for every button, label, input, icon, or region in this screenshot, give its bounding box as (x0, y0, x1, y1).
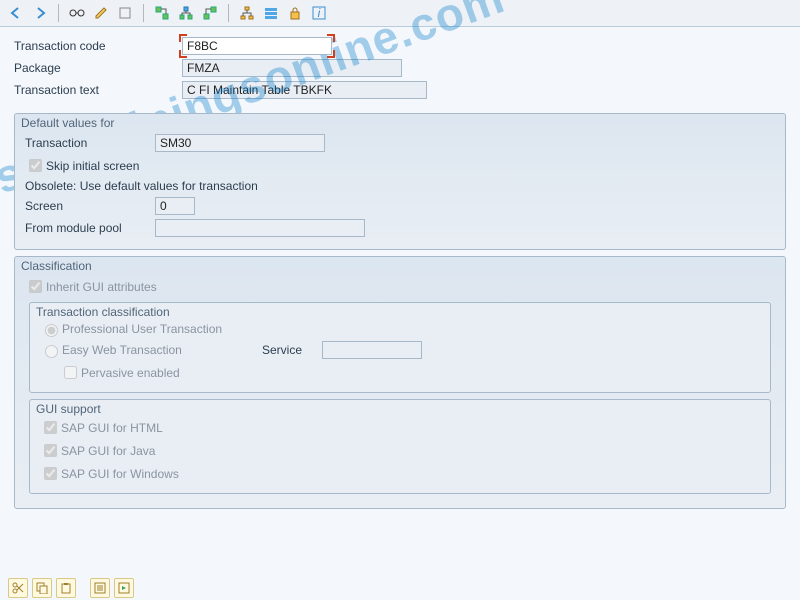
tcode-input[interactable] (182, 37, 332, 55)
package-label: Package (14, 61, 182, 75)
status-bar (8, 578, 134, 598)
modpool-label: From module pool (25, 221, 155, 235)
easy-label: Easy Web Transaction (62, 343, 262, 357)
lock-icon[interactable] (285, 4, 305, 22)
tcode-label: Transaction code (14, 39, 182, 53)
skip-label: Skip initial screen (46, 159, 139, 173)
toolbar-separator (228, 4, 229, 22)
inherit-label: Inherit GUI attributes (46, 280, 157, 294)
header-form: Transaction code Package Transaction tex… (0, 27, 800, 107)
tc-title: Transaction classification (36, 305, 170, 319)
easy-radio[interactable] (45, 345, 58, 358)
hierarchy-icon[interactable] (237, 4, 257, 22)
list-play-icon[interactable] (114, 578, 134, 598)
toolbar-separator (58, 4, 59, 22)
obsolete-text: Obsolete: Use default values for transac… (25, 179, 258, 193)
forward-icon[interactable] (30, 4, 50, 22)
stack-icon[interactable] (261, 4, 281, 22)
defaults-title: Default values for (21, 116, 114, 130)
gui-html-label: SAP GUI for HTML (61, 421, 163, 435)
placeholder-icon[interactable] (115, 4, 135, 22)
pervasive-checkbox[interactable] (64, 366, 77, 379)
pro-label: Professional User Transaction (62, 322, 222, 336)
gui-win-checkbox[interactable] (44, 467, 57, 480)
defaults-group: Default values for Transaction Skip init… (14, 113, 786, 250)
route-out-icon[interactable] (200, 4, 220, 22)
classification-group: Classification Inherit GUI attributes Tr… (14, 256, 786, 509)
transaction-label: Transaction (25, 136, 155, 150)
tcode-field-wrap (182, 37, 332, 55)
ttext-label: Transaction text (14, 83, 182, 97)
copy-icon[interactable] (32, 578, 52, 598)
modpool-input[interactable] (155, 219, 365, 237)
route-in-icon[interactable] (152, 4, 172, 22)
pervasive-label: Pervasive enabled (81, 366, 180, 380)
svg-text:i: i (318, 6, 321, 20)
inherit-checkbox[interactable] (29, 280, 42, 293)
screen-input[interactable] (155, 197, 195, 215)
back-icon[interactable] (6, 4, 26, 22)
transaction-input[interactable] (155, 134, 325, 152)
gui-support-group: GUI support SAP GUI for HTML SAP GUI for… (29, 399, 771, 494)
route-mid-icon[interactable] (176, 4, 196, 22)
skip-checkbox[interactable] (29, 159, 42, 172)
gui-title: GUI support (36, 402, 101, 416)
scissors-icon[interactable] (8, 578, 28, 598)
service-input[interactable] (322, 341, 422, 359)
list-icon[interactable] (90, 578, 110, 598)
glasses-icon[interactable] (67, 4, 87, 22)
toolbar-separator (143, 4, 144, 22)
ttext-input[interactable] (182, 81, 427, 99)
application-toolbar: i (0, 0, 800, 27)
classification-title: Classification (21, 259, 92, 273)
transaction-classification-group: Transaction classification Professional … (29, 302, 771, 393)
package-input[interactable] (182, 59, 402, 77)
gui-java-label: SAP GUI for Java (61, 444, 155, 458)
gui-html-checkbox[interactable] (44, 421, 57, 434)
gui-win-label: SAP GUI for Windows (61, 467, 179, 481)
pencil-icon[interactable] (91, 4, 111, 22)
pro-radio[interactable] (45, 324, 58, 337)
gui-java-checkbox[interactable] (44, 444, 57, 457)
paste-icon[interactable] (56, 578, 76, 598)
info-icon[interactable]: i (309, 4, 329, 22)
screen-label: Screen (25, 199, 155, 213)
service-label: Service (262, 343, 322, 357)
